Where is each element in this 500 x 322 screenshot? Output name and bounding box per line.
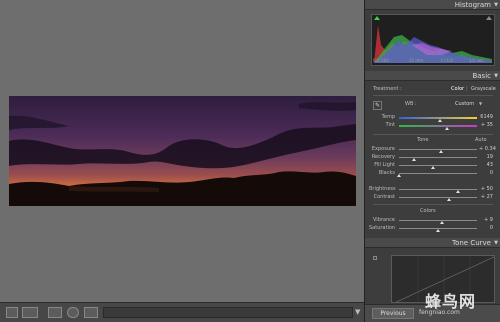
saturation-value[interactable]: 0 bbox=[479, 225, 493, 231]
record-circle-icon[interactable] bbox=[67, 307, 79, 318]
treatment-color-option[interactable]: Color bbox=[451, 86, 464, 92]
histogram-header[interactable]: Histogram ▼ bbox=[365, 0, 500, 10]
sunset-panorama-photo[interactable] bbox=[9, 96, 356, 206]
basic-title: Basic bbox=[472, 72, 491, 80]
fill-light-slider-track[interactable] bbox=[399, 165, 477, 166]
watermark-url: fengniao.com bbox=[419, 309, 460, 316]
recovery-slider-track[interactable] bbox=[399, 157, 477, 158]
collapse-triangle-icon[interactable]: ▼ bbox=[494, 73, 498, 79]
saturation-label: Saturation bbox=[369, 225, 396, 231]
exposure-slider-knob[interactable] bbox=[439, 150, 444, 153]
wb-preset-select[interactable]: Custom bbox=[455, 101, 474, 107]
wb-label: WB : bbox=[405, 101, 417, 107]
auto-tone-button[interactable]: Auto bbox=[475, 137, 487, 143]
highlight-clipping-icon[interactable] bbox=[486, 16, 492, 20]
target-adjust-icon[interactable] bbox=[373, 256, 377, 260]
chevron-down-icon[interactable]: ▼ bbox=[479, 101, 482, 106]
basic-header[interactable]: Basic ▼ bbox=[365, 71, 500, 81]
aperture-info: f / 4.0 bbox=[441, 58, 453, 63]
contrast-slider-knob[interactable] bbox=[446, 198, 451, 201]
fill-light-slider-knob[interactable] bbox=[430, 166, 435, 169]
contrast-value[interactable]: + 27 bbox=[479, 194, 493, 200]
divider bbox=[373, 204, 493, 205]
blacks-label: Blacks bbox=[378, 170, 395, 176]
colors-label: Colors bbox=[420, 208, 436, 214]
bottom-toolbar: ▼ bbox=[0, 302, 364, 322]
develop-right-panel: Histogram ▼ ISO 500 12 mm f / 4.0 1/2 se… bbox=[364, 0, 500, 322]
exposure-slider-track[interactable] bbox=[399, 149, 477, 150]
shutter-info: 1/2 sec bbox=[469, 58, 484, 63]
zoom-button[interactable] bbox=[84, 307, 98, 318]
tone-label: Tone bbox=[417, 137, 429, 143]
contrast-slider-track[interactable] bbox=[399, 197, 477, 198]
treatment-label: Treatment : bbox=[373, 86, 402, 92]
focal-length-info: 12 mm bbox=[409, 58, 424, 63]
image-canvas bbox=[0, 0, 364, 302]
temp-value[interactable]: 6149 bbox=[479, 114, 493, 120]
saturation-slider-knob[interactable] bbox=[436, 229, 440, 232]
photo-silhouettes bbox=[9, 102, 356, 206]
blacks-slider-knob[interactable] bbox=[397, 174, 401, 177]
tint-slider-knob[interactable] bbox=[445, 127, 450, 130]
collapse-triangle-icon[interactable]: ▼ bbox=[494, 2, 498, 8]
blacks-value[interactable]: 0 bbox=[479, 170, 493, 176]
divider bbox=[373, 134, 493, 135]
tone-curve-header[interactable]: Tone Curve ▼ bbox=[365, 238, 500, 248]
contrast-label: Contrast bbox=[373, 194, 395, 200]
blacks-slider-track[interactable] bbox=[399, 173, 477, 174]
collapse-triangle-icon[interactable]: ▼ bbox=[494, 240, 498, 246]
compare-view-button[interactable] bbox=[22, 307, 38, 318]
brightness-slider-track[interactable] bbox=[399, 189, 477, 190]
vibrance-value[interactable]: + 9 bbox=[479, 217, 493, 223]
tint-label: Tint bbox=[385, 122, 395, 128]
toolbar-content-field[interactable] bbox=[103, 307, 353, 318]
vibrance-slider-track[interactable] bbox=[399, 220, 477, 221]
lightroom-window: ▼ Histogram ▼ ISO 500 12 mm f / 4.0 1/2 … bbox=[0, 0, 500, 322]
temp-slider-knob[interactable] bbox=[437, 119, 442, 122]
histogram-title: Histogram bbox=[454, 1, 491, 9]
recovery-label: Recovery bbox=[371, 154, 395, 160]
fill-light-value[interactable]: 43 bbox=[479, 162, 493, 168]
exposure-value[interactable]: + 0.34 bbox=[479, 146, 496, 152]
shadow-clipping-icon[interactable] bbox=[374, 16, 380, 20]
treatment-separator: | bbox=[466, 86, 468, 92]
treatment-grayscale-option[interactable]: Grayscale bbox=[471, 86, 496, 92]
iso-info: ISO 500 bbox=[373, 58, 389, 63]
recovery-slider-knob[interactable] bbox=[411, 158, 416, 161]
brightness-label: Brightness bbox=[369, 186, 396, 192]
recovery-value[interactable]: 19 bbox=[479, 154, 493, 160]
vibrance-slider-knob[interactable] bbox=[439, 221, 444, 224]
divider bbox=[373, 95, 493, 96]
previous-button[interactable]: Previous bbox=[372, 308, 414, 319]
eyedropper-icon[interactable]: ✎ bbox=[373, 101, 382, 110]
temp-label: Temp bbox=[381, 114, 395, 120]
brightness-value[interactable]: + 50 bbox=[479, 186, 493, 192]
flag-button[interactable] bbox=[48, 307, 62, 318]
tint-slider-track[interactable] bbox=[399, 125, 477, 127]
tone-curve-title: Tone Curve bbox=[452, 239, 491, 247]
exposure-label: Exposure bbox=[371, 146, 395, 152]
tint-value[interactable]: + 35 bbox=[479, 122, 493, 128]
fill-light-label: Fill Light bbox=[374, 162, 395, 168]
loupe-view-button[interactable] bbox=[6, 307, 18, 318]
brightness-slider-knob[interactable] bbox=[455, 190, 460, 193]
chevron-down-icon[interactable]: ▼ bbox=[355, 308, 360, 316]
vibrance-label: Vibrance bbox=[373, 217, 395, 223]
